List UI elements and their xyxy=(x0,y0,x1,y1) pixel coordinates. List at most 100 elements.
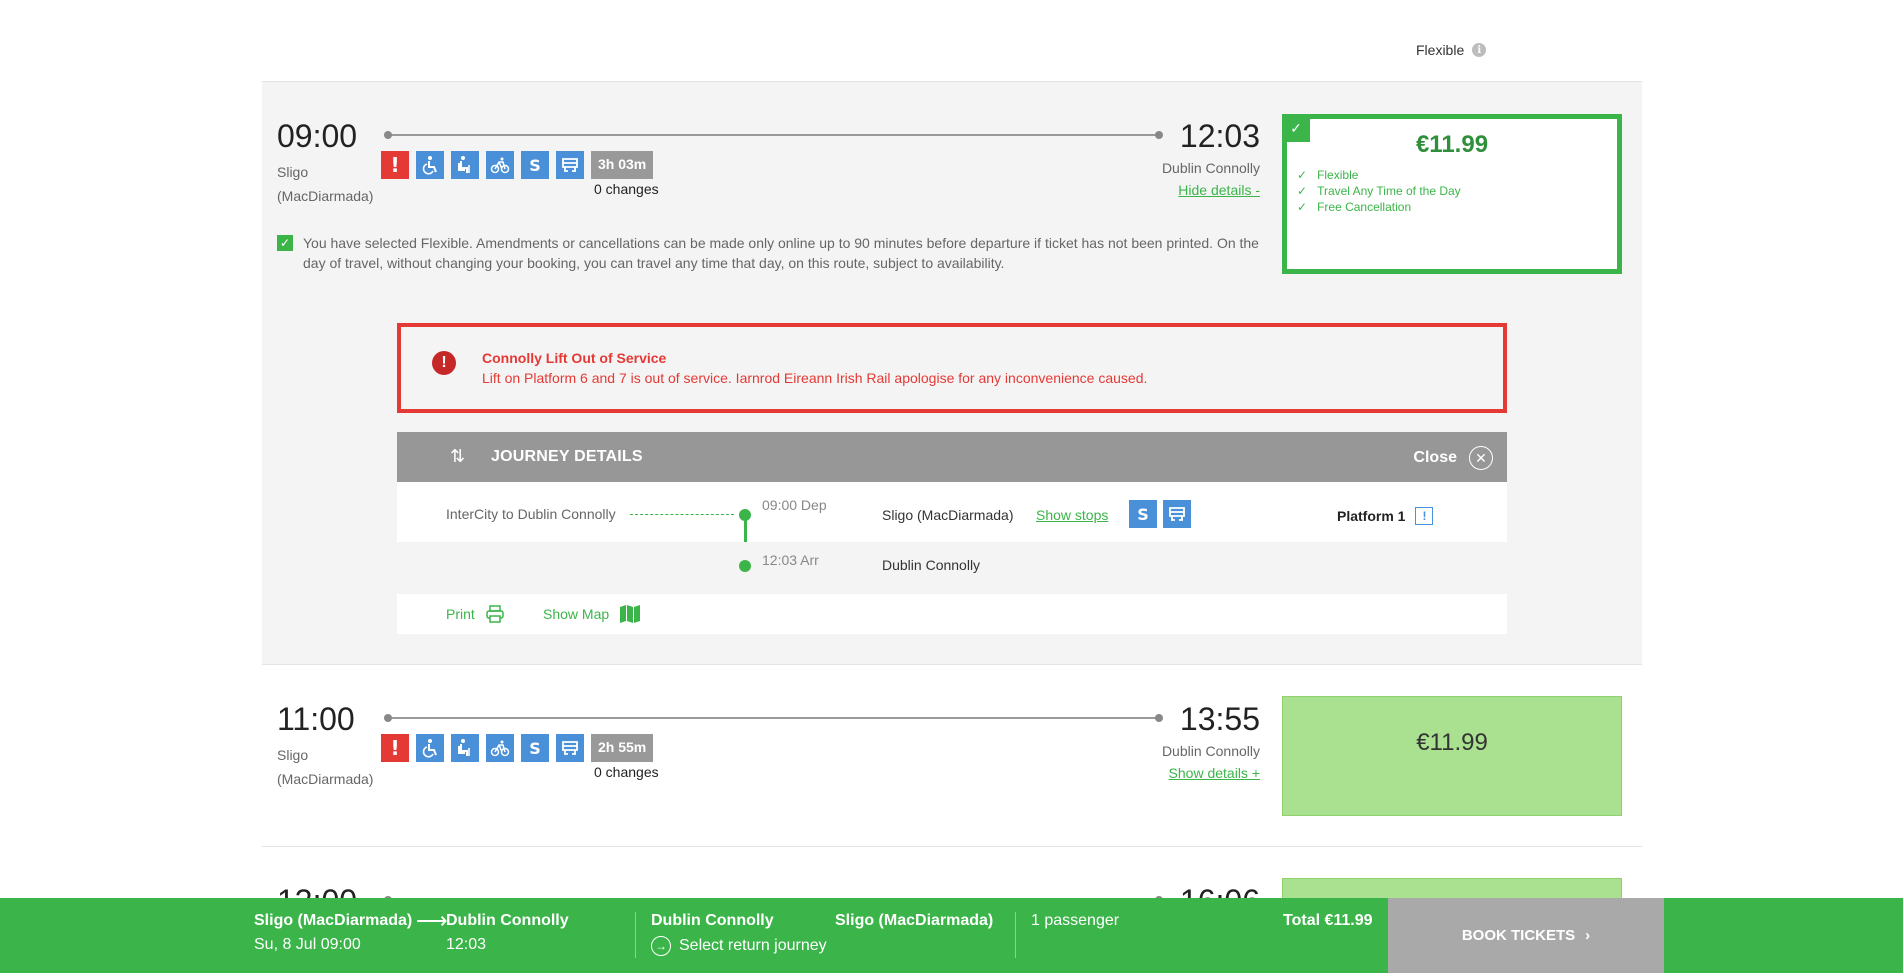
select-return-label: Select return journey xyxy=(679,937,827,954)
departure-station: Sligo (MacDiarmada) xyxy=(277,747,374,787)
printer-icon xyxy=(486,605,504,623)
trolley-icon xyxy=(1163,500,1191,528)
journey-results-page: Flexible i 09:00 Sligo (MacDiarmada) ! S… xyxy=(0,0,1903,973)
selected-fare-note: ✓ You have selected Flexible. Amendments… xyxy=(277,233,1277,273)
arrival-station: Dublin Connolly xyxy=(1161,160,1260,176)
select-return-button[interactable]: → Select return journey xyxy=(651,936,827,956)
close-button[interactable]: Close ✕ xyxy=(1413,446,1493,470)
print-label: Print xyxy=(446,606,475,622)
arrival-label: 12:03 Arr xyxy=(762,552,819,568)
trolley-icon xyxy=(556,151,584,179)
snack-icon: S xyxy=(1129,500,1157,528)
assisted-seat-icon xyxy=(451,734,479,762)
fare-feature: ✓ Flexible xyxy=(1297,168,1359,182)
fare-type-label: Flexible xyxy=(1416,42,1465,58)
arrival-station: Dublin Connolly xyxy=(1161,743,1260,759)
journey-leg-departure: InterCity to Dublin Connolly 09:00 Dep S… xyxy=(397,482,1507,571)
check-icon: ✓ xyxy=(1297,184,1308,198)
departure-time: 09:00 xyxy=(277,118,358,154)
close-label: Close xyxy=(1413,449,1457,466)
outbound-to: Dublin Connolly xyxy=(446,912,569,929)
changes-count: 0 changes xyxy=(594,181,659,197)
wheelchair-icon xyxy=(416,151,444,179)
assisted-seat-icon xyxy=(451,151,479,179)
booking-summary-bar: Sligo (MacDiarmada) ⟶ Dublin Connolly Su… xyxy=(0,898,1903,973)
show-map-button[interactable]: Show Map xyxy=(543,604,641,624)
platform-info: Platform 1 ! xyxy=(1337,507,1434,525)
changes-count: 0 changes xyxy=(594,764,659,780)
outbound-from: Sligo (MacDiarmada) xyxy=(254,912,413,929)
fare-card-selected[interactable]: ✓ €11.99 ✓ Flexible ✓ Travel Any Time of t… xyxy=(1282,114,1622,274)
book-tickets-label: BOOK TICKETS xyxy=(1461,927,1576,944)
outbound-arrival-time: 12:03 xyxy=(446,936,487,953)
service-name: InterCity to Dublin Connolly xyxy=(446,506,616,522)
service-alert: ! Connolly Lift Out of Service Lift on P… xyxy=(397,323,1507,413)
fare-feature: ✓ Travel Any Time of the Day xyxy=(1297,184,1461,198)
close-icon: ✕ xyxy=(1469,446,1493,470)
exclamation-icon: ! xyxy=(432,351,456,375)
journey-details-title: JOURNEY DETAILS xyxy=(491,448,643,465)
outbound-date: Su, 8 Jul 09:00 xyxy=(254,936,361,953)
info-icon[interactable]: i xyxy=(1472,43,1487,57)
return-from: Dublin Connolly xyxy=(651,912,774,929)
bicycle-icon xyxy=(486,151,514,179)
amenity-icons: ! S 2h 55m xyxy=(381,734,654,762)
divider xyxy=(635,912,636,958)
alert-body: Lift on Platform 6 and 7 is out of servi… xyxy=(482,370,1148,386)
arrival-time: 13:55 xyxy=(1179,701,1260,737)
check-icon: ✓ xyxy=(1297,200,1308,214)
check-icon: ✓ xyxy=(1297,168,1308,182)
alert-icon[interactable]: ! xyxy=(381,734,409,762)
return-to: Sligo (MacDiarmada) xyxy=(835,912,994,929)
leg-to-station: Dublin Connolly xyxy=(882,557,981,573)
wheelchair-icon xyxy=(416,734,444,762)
passenger-count[interactable]: 1 passenger xyxy=(1031,912,1119,930)
book-tickets-button[interactable]: BOOK TICKETS › xyxy=(1388,898,1664,973)
show-map-label: Show Map xyxy=(543,606,610,622)
journey-track-line xyxy=(384,714,1163,722)
chevron-right-icon: › xyxy=(1585,927,1591,944)
bicycle-icon xyxy=(486,734,514,762)
arrow-circle-icon: → xyxy=(651,936,671,956)
leg-from-station: Sligo (MacDiarmada) xyxy=(882,507,1014,523)
hide-details-link[interactable]: Hide details - xyxy=(1178,182,1260,198)
journey-track-line xyxy=(384,131,1163,139)
print-button[interactable]: Print xyxy=(446,604,505,624)
trolley-icon xyxy=(556,734,584,762)
alert-title: Connolly Lift Out of Service xyxy=(482,350,667,366)
journey-actions: Print Show Map xyxy=(397,594,1507,634)
fare-feature: ✓ Free Cancellation xyxy=(1297,200,1412,214)
journey-row-expanded[interactable]: 09:00 Sligo (MacDiarmada) ! S 3h 03m 0 c… xyxy=(262,81,1642,665)
journey-row[interactable]: 11:00 Sligo (MacDiarmada) ! S 2h 55m 0 c… xyxy=(262,665,1642,847)
departure-time: 11:00 xyxy=(277,701,355,737)
total-price: Total €11.99 xyxy=(1283,912,1373,929)
divider xyxy=(1015,912,1016,958)
duration-badge: 2h 55m xyxy=(591,734,654,762)
fare-card[interactable]: €11.99 xyxy=(1282,696,1622,816)
departure-station: Sligo (MacDiarmada) xyxy=(277,164,374,204)
checkbox-checked-icon[interactable]: ✓ xyxy=(277,235,293,251)
checkmark-icon: ✓ xyxy=(1282,114,1310,142)
selected-fare-note-text: You have selected Flexible. Amendments o… xyxy=(303,235,1259,271)
show-stops-link[interactable]: Show stops xyxy=(1036,507,1108,523)
duration-badge: 3h 03m xyxy=(591,151,654,179)
fare-type-header: Flexible i xyxy=(1416,42,1487,58)
amenity-icons: ! S 3h 03m xyxy=(381,151,654,179)
alert-icon[interactable]: ! xyxy=(381,151,409,179)
arrival-dot xyxy=(739,560,751,572)
dashed-connector xyxy=(630,514,734,515)
snack-icon: S xyxy=(521,734,549,762)
fare-price: €11.99 xyxy=(1415,131,1489,158)
fare-features: ✓ Flexible ✓ Travel Any Time of the Day ✓ F… xyxy=(1297,167,1617,215)
sort-arrows-icon: ⇅ xyxy=(450,446,466,466)
map-icon xyxy=(620,605,641,623)
show-details-link[interactable]: Show details + xyxy=(1169,765,1260,781)
journey-leg-arrival: 12:03 Arr Dublin Connolly xyxy=(397,542,1507,586)
arrow-right-icon: ⟶ xyxy=(416,908,448,933)
journey-list: 09:00 Sligo (MacDiarmada) ! S 3h 03m 0 c… xyxy=(262,81,1642,938)
platform-info-icon[interactable]: ! xyxy=(1415,507,1434,525)
departure-label: 09:00 Dep xyxy=(762,497,827,513)
snack-icon: S xyxy=(521,151,549,179)
platform-label: Platform 1 xyxy=(1337,508,1406,524)
leg-amenity-icons: S xyxy=(1129,500,1191,528)
